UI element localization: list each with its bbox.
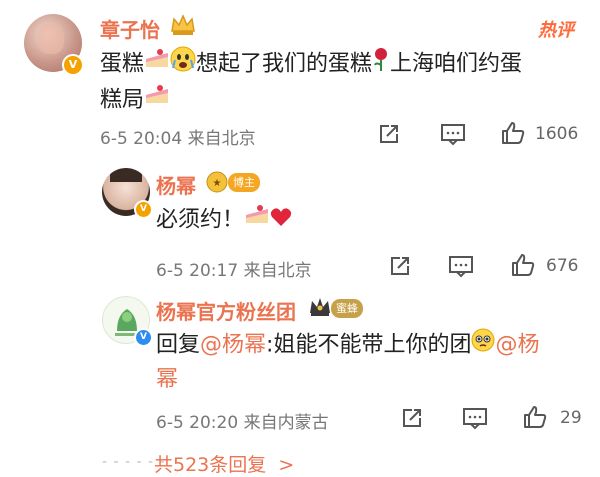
like-count: 1606: [535, 124, 579, 144]
share-icon[interactable]: [400, 406, 424, 430]
more-replies-link[interactable]: 共523条回复 >: [154, 450, 294, 477]
verified-badge-icon: V: [134, 200, 153, 219]
comment-text-part-4: 糕局: [100, 87, 145, 113]
like-icon[interactable]: [500, 120, 526, 146]
reply-text-content: :姐能不能带上你的团: [266, 332, 472, 358]
comment-text-part-3: 上海咱们约蛋: [390, 51, 523, 77]
crying-face-emoji-icon: [170, 46, 196, 83]
reply-user-name[interactable]: 杨幂官方粉丝团: [156, 296, 296, 325]
like-icon[interactable]: [510, 252, 536, 278]
comment-text-part-1: 蛋糕: [100, 51, 145, 77]
svg-text:★: ★: [213, 178, 222, 189]
mention-link[interactable]: @杨幂: [200, 333, 266, 358]
comment-user-name[interactable]: 章子怡: [100, 14, 160, 43]
reply-user-name[interactable]: 杨幂: [156, 170, 196, 199]
rose-emoji-icon: [372, 46, 390, 83]
like-icon[interactable]: [522, 404, 548, 430]
bee-tag: 蜜蜂: [331, 299, 363, 318]
cake-emoji-icon: [144, 83, 170, 118]
cake-emoji-icon: [144, 47, 170, 82]
comment-time: 6-5 20:04: [100, 129, 183, 149]
member-badge-icon: ★: [203, 170, 231, 194]
comment-icon[interactable]: [448, 254, 474, 278]
reply-time: 6-5 20:17: [156, 261, 239, 281]
reply-location: 来自内蒙古: [243, 413, 329, 433]
share-icon[interactable]: [388, 254, 412, 278]
crown-icon: [170, 13, 196, 37]
reply-time: 6-5 20:20: [156, 413, 239, 433]
comment-text-part-2: 想起了我们的蛋糕: [196, 51, 373, 77]
mention-link[interactable]: @杨: [495, 333, 539, 358]
more-replies-label: 共523条回复: [154, 454, 267, 476]
comment-icon[interactable]: [440, 122, 466, 146]
share-icon[interactable]: [377, 122, 401, 146]
comment-location: 来自北京: [187, 129, 256, 149]
verified-badge-icon: V: [62, 54, 84, 76]
verified-badge-icon: V: [134, 328, 153, 347]
reply-text: 必须约！: [156, 203, 292, 238]
reply-prefix: 回复: [156, 332, 201, 358]
comment-icon[interactable]: [462, 406, 488, 430]
heart-emoji-icon: [270, 204, 292, 238]
reply-text-content: 必须约！: [156, 207, 245, 233]
reply-text: 回复@杨幂:姐能不能带上你的团 @杨 幂: [156, 328, 586, 397]
comment-meta: 6-5 20:04 来自北京: [100, 124, 256, 149]
reply-location: 来自北京: [243, 261, 312, 281]
chevron-right-icon: >: [278, 454, 295, 476]
reply-meta: 6-5 20:20 来自内蒙古: [156, 408, 329, 433]
cake-emoji-icon: [244, 203, 270, 238]
pleading-face-emoji-icon: [471, 328, 495, 363]
like-count: 676: [546, 256, 579, 276]
comment-text: 蛋糕 想起了我们的蛋糕 上海咱们约蛋 糕局: [100, 46, 590, 118]
mention-link-continued[interactable]: 幂: [156, 367, 178, 392]
hot-comment-badge: 热评: [538, 20, 574, 41]
reply-meta: 6-5 20:17 来自北京: [156, 256, 312, 281]
like-count: 29: [560, 408, 582, 428]
crown-icon: [308, 295, 332, 319]
blogger-tag: 博主: [228, 173, 260, 192]
